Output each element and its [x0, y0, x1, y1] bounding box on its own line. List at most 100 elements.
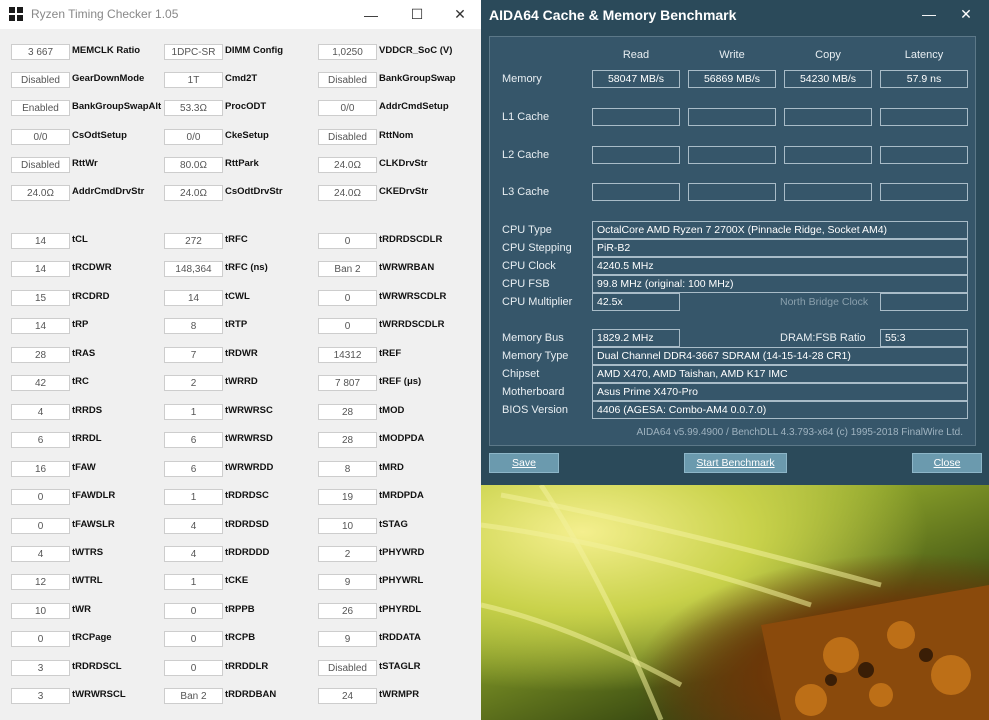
- timing-value-box: 1DPC-SR: [164, 44, 223, 60]
- timing-label: RttNom: [379, 130, 414, 141]
- timing-value-box: 14: [11, 261, 70, 277]
- wallpaper-image: [481, 485, 989, 720]
- aida-minimize-button[interactable]: —: [911, 0, 947, 28]
- maximize-button[interactable]: ☐: [394, 0, 440, 29]
- timing-label: tRPPB: [225, 604, 255, 615]
- timing-value-box: 9: [318, 631, 377, 647]
- timing-label: tRFC: [225, 234, 248, 245]
- timing-value-box: 9: [318, 574, 377, 590]
- timing-value-box: 148,364: [164, 261, 223, 277]
- timing-value-box: 0: [164, 660, 223, 676]
- l2-read-value: [592, 146, 680, 164]
- timing-value-box: 6: [164, 432, 223, 448]
- timing-label: tRCPage: [72, 632, 112, 643]
- timing-label: tRP: [72, 319, 89, 330]
- timing-label: tPHYRDL: [379, 604, 422, 615]
- version-footer: AIDA64 v5.99.4900 / BenchDLL 4.3.793-x64…: [636, 427, 964, 438]
- cpu-multiplier-label: CPU Multiplier: [502, 296, 573, 308]
- timing-value-box: 2: [164, 375, 223, 391]
- memory-type-value: Dual Channel DDR4-3667 SDRAM (14-15-14-2…: [592, 347, 968, 365]
- timing-label: tRRDL: [72, 433, 102, 444]
- close-button[interactable]: ✕: [437, 0, 483, 29]
- l3-latency-value: [880, 183, 968, 201]
- memory-read-value: 58047 MB/s: [592, 70, 680, 88]
- timing-value-box: 14312: [318, 347, 377, 363]
- header-read: Read: [622, 49, 650, 61]
- row-label-memory: Memory: [502, 73, 542, 85]
- timing-label: BankGroupSwapAlt: [72, 101, 162, 112]
- timing-label: VDDCR_SoC (V): [379, 45, 453, 56]
- cpu-clock-value: 4240.5 MHz: [592, 257, 968, 275]
- minimize-button[interactable]: —: [348, 0, 394, 29]
- timing-value-box: 14: [11, 318, 70, 334]
- timing-label: tRDRDBAN: [225, 689, 277, 700]
- l2-copy-value: [784, 146, 872, 164]
- timing-label: tWRMPR: [379, 689, 420, 700]
- timing-label: tFAWSLR: [72, 519, 115, 530]
- header-copy: Copy: [815, 49, 841, 61]
- ryzen-timing-checker-window: Ryzen Timing Checker 1.05 — ☐ ✕ 3 667 MEM…: [0, 0, 481, 720]
- timing-value-box: 14: [164, 290, 223, 306]
- timing-label: CLKDrvStr: [379, 158, 428, 169]
- timing-value-box: 7: [164, 347, 223, 363]
- timing-label: DIMM Config: [225, 45, 284, 56]
- timing-label: tRDRDDD: [225, 547, 270, 558]
- timing-value-box: Disabled: [318, 129, 377, 145]
- header-write: Write: [719, 49, 745, 61]
- motherboard-label: Motherboard: [502, 386, 565, 398]
- timing-label: tRCDWR: [72, 262, 112, 273]
- timing-label: tWTRS: [72, 547, 104, 558]
- bios-version-value: 4406 (AGESA: Combo-AM4 0.0.7.0): [592, 401, 968, 419]
- timing-label: tRRDS: [72, 405, 103, 416]
- cpu-fsb-label: CPU FSB: [502, 278, 550, 290]
- timing-value-box: 272: [164, 233, 223, 249]
- timing-value-box: 0/0: [164, 129, 223, 145]
- l1-copy-value: [784, 108, 872, 126]
- timing-label: ProcODT: [225, 101, 267, 112]
- timing-label: tPHYWRL: [379, 575, 424, 586]
- timing-label: tPHYWRD: [379, 547, 425, 558]
- timing-label: tWR: [72, 604, 91, 615]
- aida-window-title: AIDA64 Cache & Memory Benchmark: [489, 7, 737, 23]
- timing-value-box: 3 667: [11, 44, 70, 60]
- timing-label: tRDRDSCDLR: [379, 234, 443, 245]
- start-benchmark-button[interactable]: Start Benchmark: [684, 453, 787, 473]
- timing-value-box: 8: [318, 461, 377, 477]
- rtc-window-title: Ryzen Timing Checker 1.05: [31, 7, 179, 21]
- benchmark-panel: Read Write Copy Latency Memory 58047 MB/…: [489, 36, 976, 446]
- timing-value-box: 4: [164, 518, 223, 534]
- close-window-button[interactable]: Close: [912, 453, 982, 473]
- timing-value-box: 0: [11, 518, 70, 534]
- timing-value-box: 4: [11, 546, 70, 562]
- timing-value-box: 16: [11, 461, 70, 477]
- timing-value-box: 28: [318, 404, 377, 420]
- timing-value-box: 12: [11, 574, 70, 590]
- timing-value-box: 0: [318, 318, 377, 334]
- timing-value-box: 28: [11, 347, 70, 363]
- timing-value-box: Disabled: [11, 157, 70, 173]
- timing-value-box: 6: [11, 432, 70, 448]
- l3-read-value: [592, 183, 680, 201]
- aida-close-icon[interactable]: ✕: [948, 0, 984, 28]
- timing-label: tRDRDSD: [225, 519, 269, 530]
- timing-value-box: 4: [164, 546, 223, 562]
- row-label-l1-cache: L1 Cache: [502, 111, 550, 123]
- rtc-titlebar[interactable]: Ryzen Timing Checker 1.05 — ☐ ✕: [0, 0, 481, 29]
- save-button[interactable]: Save: [489, 453, 559, 473]
- l3-copy-value: [784, 183, 872, 201]
- l1-write-value: [688, 108, 776, 126]
- save-button-label: Save: [512, 457, 536, 469]
- l1-latency-value: [880, 108, 968, 126]
- timing-label: AddrCmdSetup: [379, 101, 449, 112]
- timing-value-box: Disabled: [318, 660, 377, 676]
- timing-label: tWRRDSCDLR: [379, 319, 445, 330]
- timing-label: tCWL: [225, 291, 250, 302]
- memory-type-label: Memory Type: [502, 350, 569, 362]
- motherboard-value: Asus Prime X470-Pro: [592, 383, 968, 401]
- timing-label: tMODPDA: [379, 433, 425, 444]
- timing-label: AddrCmdDrvStr: [72, 186, 145, 197]
- timing-label: tCKE: [225, 575, 249, 586]
- timing-value-box: 7 807: [318, 375, 377, 391]
- timing-label: tMRDPDA: [379, 490, 424, 501]
- timing-label: tREF: [379, 348, 402, 359]
